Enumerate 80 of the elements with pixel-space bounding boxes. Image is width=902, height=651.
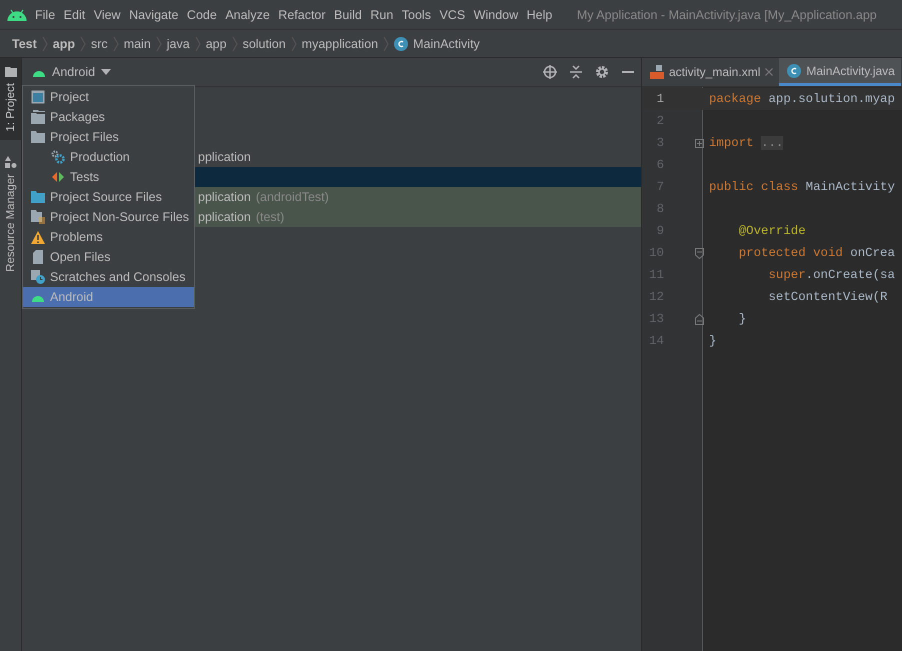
side-tab[interactable]: 1: Project: [0, 58, 21, 140]
chevron-icon: [194, 36, 201, 52]
menu-option[interactable]: Project Source Files: [23, 187, 194, 207]
breadcrumb-item[interactable]: Test: [12, 36, 37, 50]
folder-icon: [4, 66, 16, 77]
code-line: @Override: [738, 224, 806, 238]
menu-option[interactable]: Project Files: [23, 127, 194, 147]
menu-item[interactable]: Edit: [64, 8, 86, 22]
menu-item[interactable]: Analyze: [225, 8, 270, 22]
editor-tab[interactable]: activity_main.xml: [642, 58, 780, 86]
android-logo-icon: [7, 8, 27, 20]
chevron-icon: [290, 36, 297, 52]
menu-option[interactable]: Packages: [23, 107, 194, 127]
settings-icon[interactable]: [595, 65, 609, 79]
chevron-icon: [383, 36, 390, 52]
menu-item[interactable]: Build: [334, 8, 362, 22]
breadcrumb-item[interactable]: app: [206, 36, 227, 50]
menu-item[interactable]: Navigate: [129, 8, 178, 22]
breadcrumb-item[interactable]: app: [52, 36, 76, 50]
window-icon: [31, 90, 45, 104]
menu-option[interactable]: Problems: [23, 227, 194, 247]
breadcrumb-item[interactable]: MainActivity: [413, 36, 480, 50]
layout-file-icon: [650, 65, 664, 79]
menu-option[interactable]: Tests: [23, 167, 194, 187]
breadcrumb-item[interactable]: myapplication: [302, 36, 378, 50]
breadcrumb-item[interactable]: main: [124, 36, 151, 50]
fold-icon[interactable]: [695, 314, 704, 324]
chevron-icon: [232, 36, 238, 52]
chevron-icon: [112, 36, 119, 52]
shapes-icon: [4, 156, 16, 168]
editor-tab[interactable]: MainActivity.java: [779, 58, 901, 86]
chevron-icon: [42, 36, 48, 52]
close-icon[interactable]: [765, 68, 774, 76]
window-title: My Application - MainActivity.java [My_Application.app: [576, 8, 877, 22]
caret-icon: [101, 69, 112, 75]
menu-item[interactable]: Tools: [402, 8, 431, 22]
chevron-icon: [80, 36, 86, 52]
warning-icon: [31, 230, 45, 244]
code-line: setContentView(R: [767, 290, 888, 304]
folders-icon: [31, 110, 45, 124]
breadcrumb-item[interactable]: solution: [242, 36, 286, 50]
folder-file-icon: [31, 210, 45, 224]
crosshair-icon[interactable]: [543, 65, 557, 79]
menu-item[interactable]: Refactor: [278, 8, 326, 22]
class-icon: [787, 64, 802, 78]
menu-item[interactable]: Run: [370, 8, 394, 22]
menu-option[interactable]: Production: [23, 147, 194, 167]
console-clock-icon: [31, 270, 45, 284]
code-line: import ...: [708, 136, 784, 150]
expand-icon[interactable]: [695, 138, 704, 148]
gears-icon: [51, 150, 65, 164]
fold-icon[interactable]: [695, 248, 704, 258]
code-line: super.onCreate(sa: [767, 268, 895, 282]
view-selector[interactable]: Android: [32, 65, 112, 79]
folder-icon: [31, 191, 45, 203]
code-line: }: [738, 312, 746, 326]
menu-option[interactable]: Open Files: [23, 247, 194, 267]
menu-option[interactable]: Project Non-Source Files: [23, 207, 194, 227]
breadcrumb-item[interactable]: src: [91, 36, 108, 50]
menu-item[interactable]: VCS: [439, 8, 466, 22]
line-number: 1: [656, 92, 664, 106]
chevron-icon: [156, 36, 162, 52]
code-line: }: [708, 334, 716, 348]
class-icon: [394, 36, 408, 50]
collapse-icon[interactable]: [569, 65, 583, 79]
side-tab[interactable]: Resource Manager: [0, 148, 21, 280]
menu-item[interactable]: Help: [526, 8, 552, 22]
menu-item[interactable]: Window: [474, 8, 518, 22]
code-line: protected void onCrea: [738, 246, 895, 260]
menu-item[interactable]: File: [35, 8, 56, 22]
menu-item[interactable]: Code: [186, 8, 217, 22]
code-line: package app.solution.myap: [708, 92, 895, 106]
breadcrumb-item[interactable]: java: [166, 36, 190, 50]
folder-icon: [31, 131, 45, 143]
menu-option[interactable]: Scratches and Consoles: [23, 267, 194, 287]
code-line: public class MainActivity: [708, 180, 895, 194]
menu-option[interactable]: Project: [23, 87, 194, 107]
arrows-icon: [51, 170, 65, 184]
menu-item[interactable]: View: [94, 8, 121, 22]
file-icon: [31, 250, 45, 264]
